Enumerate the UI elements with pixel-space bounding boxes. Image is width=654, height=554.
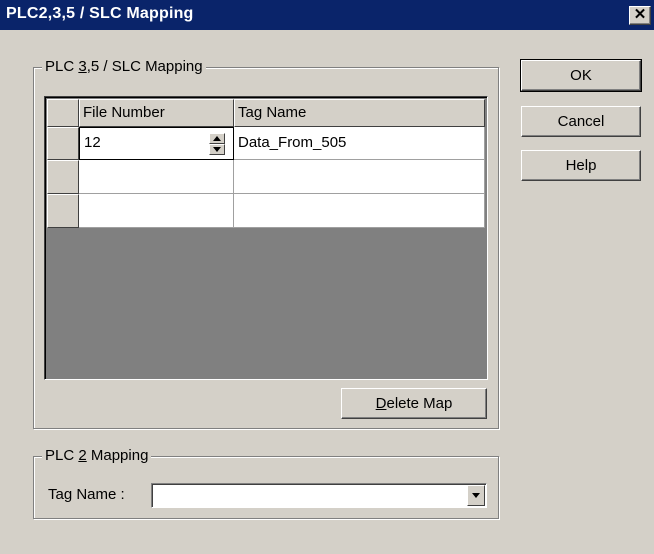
window-title: PLC2,3,5 / SLC Mapping [6,5,194,22]
ok-button[interactable]: OK [520,59,642,92]
close-icon: ✕ [633,6,647,23]
spin-up-arrow-icon [213,136,221,141]
row-header[interactable] [47,160,79,194]
delete-map-button[interactable]: Delete Map [341,388,487,419]
file-number-cell[interactable] [79,194,234,228]
file-number-spinner[interactable] [209,133,225,155]
spin-up-button[interactable] [209,133,225,144]
grid-corner-header[interactable] [47,99,79,127]
tag-name-dropdown[interactable] [151,483,487,508]
file-number-value: 12 [84,134,101,151]
row-header[interactable] [47,194,79,228]
column-header-file-number[interactable]: File Number [79,99,234,127]
plc35-group-label: PLC 3,5 / SLC Mapping [42,58,206,76]
title-bar: PLC2,3,5 / SLC Mapping ✕ [0,0,654,30]
tag-name-cell[interactable] [234,194,485,228]
dropdown-button[interactable] [467,485,485,506]
close-button[interactable]: ✕ [629,6,651,25]
column-header-tag-name[interactable]: Tag Name [234,99,485,127]
plc2-group-label: PLC 2 Mapping [42,447,152,465]
spin-down-button[interactable] [209,144,225,155]
mapping-grid[interactable]: File Number Tag Name 12 Data_From_505 [44,96,488,380]
file-number-cell[interactable] [79,160,234,194]
tag-name-label: Tag Name : [48,486,125,503]
tag-name-cell[interactable] [234,160,485,194]
spin-down-arrow-icon [213,147,221,152]
row-header[interactable] [47,127,79,160]
cancel-button[interactable]: Cancel [521,106,641,137]
chevron-down-icon [472,493,480,498]
tag-name-cell[interactable]: Data_From_505 [234,127,485,160]
help-button[interactable]: Help [521,150,641,181]
file-number-cell[interactable]: 12 [79,127,234,160]
